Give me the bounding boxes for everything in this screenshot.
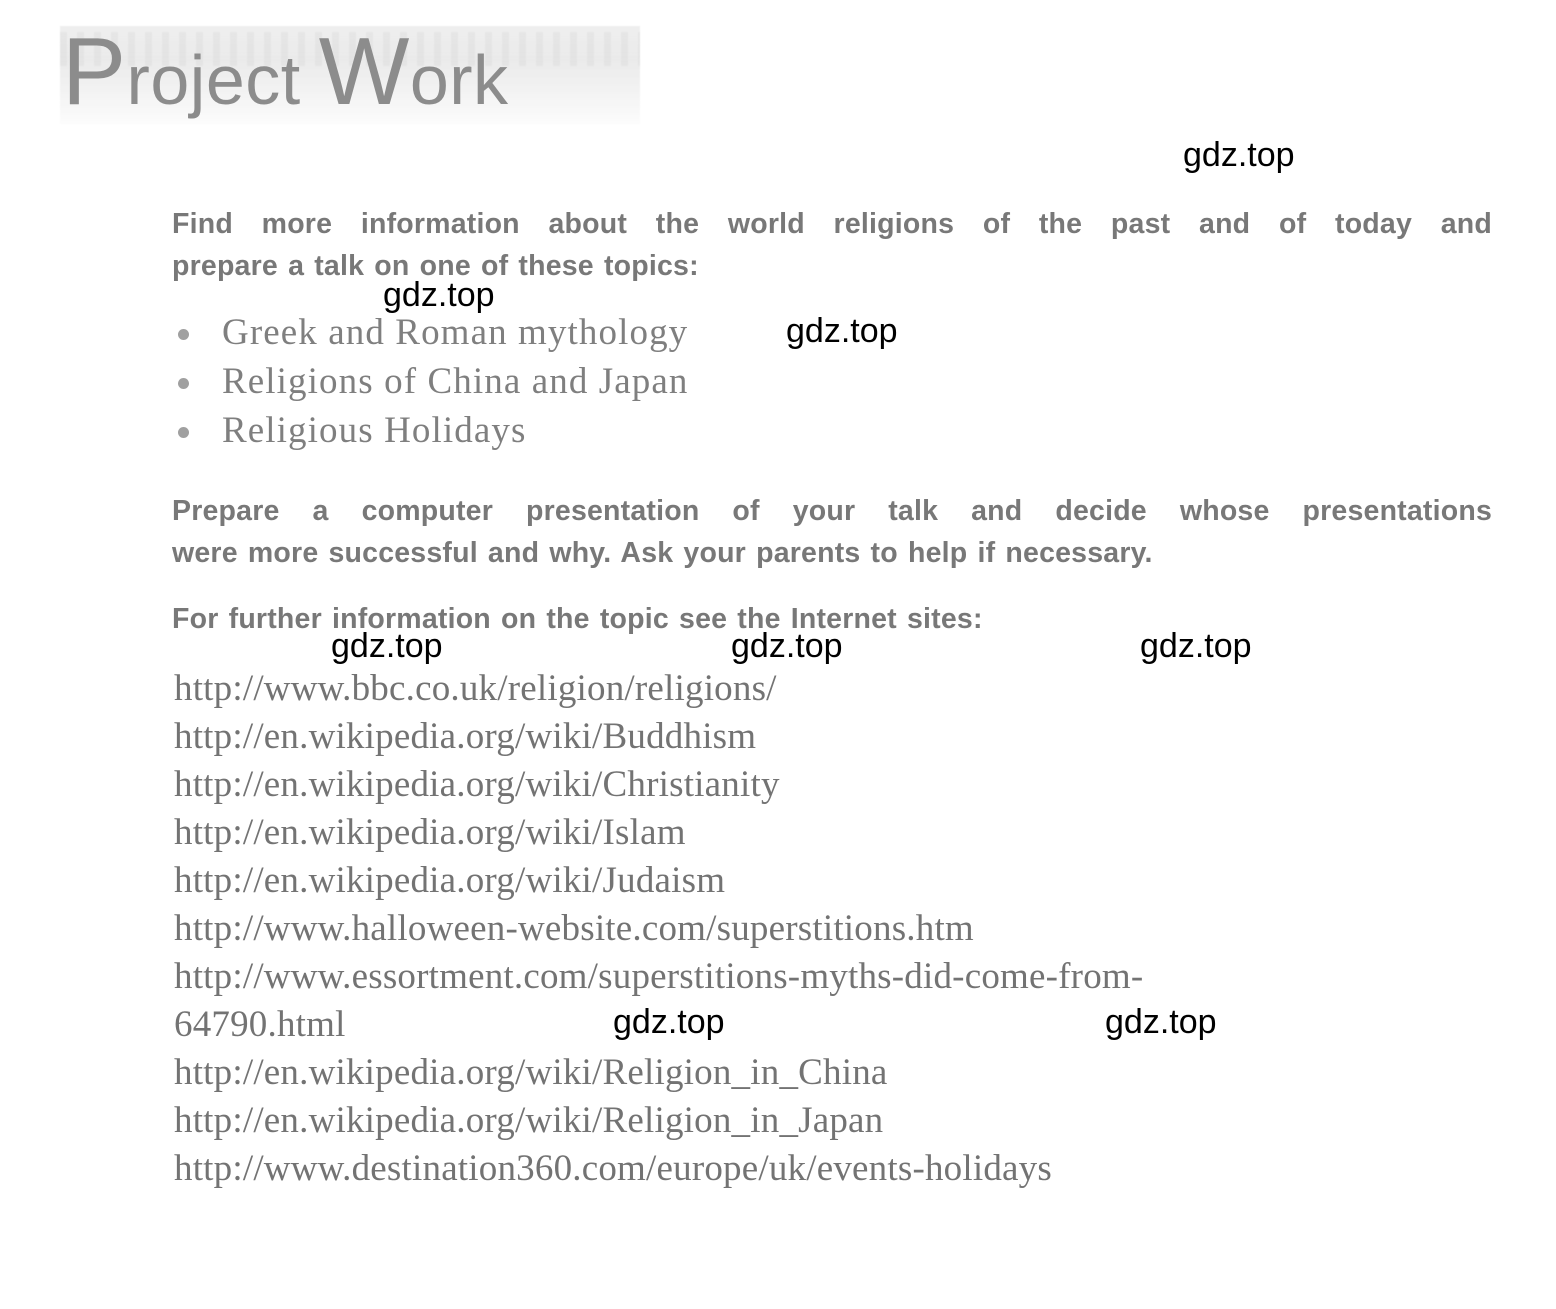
list-item: http://en.wikipedia.org/wiki/Religion_in… [174,1097,1294,1145]
list-item: http://en.wikipedia.org/wiki/Buddhism [174,713,1294,761]
list-item: Religions of China and Japan [172,357,689,406]
list-item: Greek and Roman mythology [172,308,689,357]
list-item: http://en.wikipedia.org/wiki/Islam [174,809,1294,857]
prepare-line-1: Prepare a computer presentation of your … [172,495,1492,527]
bullet-icon [178,329,189,340]
url-text: http://en.wikipedia.org/wiki/Buddhism [174,716,757,757]
url-text: http://en.wikipedia.org/wiki/Religion_in… [174,1100,884,1141]
watermark-gdz-top: gdz.top [786,312,898,350]
document-page: Project Work Find more information about … [0,0,1556,1309]
url-text: http://en.wikipedia.org/wiki/Judaism [174,860,726,901]
list-item: http://en.wikipedia.org/wiki/Christianit… [174,761,1294,809]
watermark-gdz-top: gdz.top [1105,1003,1217,1041]
intro-line-2: prepare a talk on one of these topics: [172,250,699,282]
list-item: http://www.destination360.com/europe/uk/… [174,1145,1294,1193]
list-item: Religious Holidays [172,406,689,455]
url-text: http://www.bbc.co.uk/religion/religions/ [174,668,777,709]
watermark-gdz-top: gdz.top [731,627,843,665]
topic-label: Greek and Roman mythology [222,312,689,353]
topics-list: Greek and Roman mythology Religions of C… [172,308,689,455]
watermark-gdz-top: gdz.top [613,1003,725,1041]
list-item: http://www.bbc.co.uk/religion/religions/ [174,665,1294,713]
page-title-initial-p: P [62,18,127,125]
prepare-paragraph: Prepare a computer presentation of your … [172,490,1492,574]
watermark-gdz-top: gdz.top [383,276,495,314]
url-text: http://www.halloween-website.com/superst… [174,908,974,949]
url-text: http://www.destination360.com/europe/uk/… [174,1148,1052,1189]
page-title-word-project: roject [126,41,301,119]
url-list: http://www.bbc.co.uk/religion/religions/… [174,665,1294,1193]
list-item: http://en.wikipedia.org/wiki/Judaism [174,857,1294,905]
watermark-gdz-top: gdz.top [1140,627,1252,665]
topic-label: Religions of China and Japan [222,361,689,402]
bullet-icon [178,427,189,438]
topic-label: Religious Holidays [222,410,527,451]
page-title-initial-w: W [318,18,410,125]
watermark-gdz-top: gdz.top [331,627,443,665]
bullet-icon [178,378,189,389]
url-text: http://en.wikipedia.org/wiki/Religion_in… [174,1052,888,1093]
prepare-line-2: were more successful and why. Ask your p… [172,537,1153,569]
page-title: Project Work [62,24,509,120]
list-item: http://www.halloween-website.com/superst… [174,905,1294,953]
intro-paragraph: Find more information about the world re… [172,203,1492,287]
url-text: http://en.wikipedia.org/wiki/Islam [174,812,686,853]
url-text: http://en.wikipedia.org/wiki/Christianit… [174,764,780,805]
intro-line-1: Find more information about the world re… [172,208,1492,240]
list-item: http://en.wikipedia.org/wiki/Religion_in… [174,1049,1294,1097]
watermark-gdz-top: gdz.top [1183,136,1295,174]
page-title-word-work: ork [409,41,509,119]
